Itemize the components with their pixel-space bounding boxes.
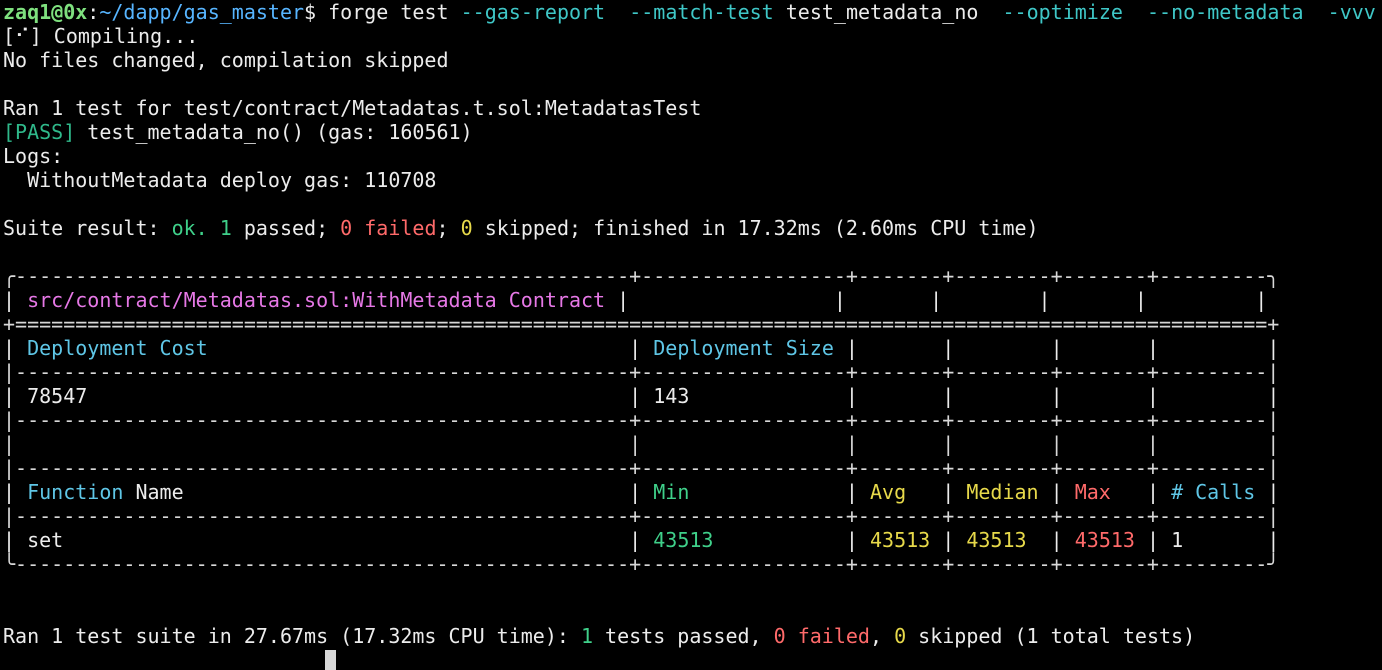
summary-sep: ,: [869, 624, 895, 648]
deploy-cost-value: 78547: [27, 384, 88, 408]
flag-optimize: --optimize: [1002, 0, 1123, 24]
deploy-value-row: | 78547 | 143 | | | | |: [3, 384, 1280, 408]
row-avg: 43513: [870, 528, 931, 552]
summary-prefix: Ran 1 test suite in 27.67ms (17.32ms CPU…: [3, 624, 581, 648]
compiling-line: [⠊] Compiling...: [3, 24, 199, 48]
prompt-path: ~/dapp/gas_master: [99, 0, 305, 24]
header-function: Function: [27, 480, 124, 504]
table-title-row: | src/contract/Metadatas.sol:WithMetadat…: [3, 288, 1268, 312]
terminal-window[interactable]: zaq1@0x:~/dapp/gas_master$ forge test --…: [0, 0, 1382, 670]
suite-result-line: Suite result: ok. 1 passed; 0 failed; 0 …: [3, 216, 1039, 240]
no-files-line: No files changed, compilation skipped: [3, 48, 449, 72]
table-empty-row: | | | | | | |: [3, 432, 1280, 456]
flag-match-test-value: test_metadata_no: [785, 0, 979, 24]
flag-match-test: --match-test: [629, 0, 774, 24]
suite-ok: ok.: [171, 216, 208, 240]
pass-line: [PASS] test_metadata_no() (gas: 160561): [3, 120, 473, 144]
ran-test-line: Ran 1 test for test/contract/Metadatas.t…: [3, 96, 702, 120]
table-border-double: +=======================================…: [3, 312, 1280, 336]
summary-skipped-count: 0: [894, 624, 907, 648]
row-median: 43513: [966, 528, 1027, 552]
log-entry: WithoutMetadata deploy gas: 110708: [3, 168, 437, 192]
header-avg: Avg: [870, 480, 907, 504]
flag-verbosity: -vvv: [1327, 0, 1376, 24]
summary-passed-text: tests passed,: [593, 624, 774, 648]
suite-skipped-text: skipped; finished in 17.32ms (2.60ms CPU…: [472, 216, 1039, 240]
flag-gas-report: --gas-report: [460, 0, 606, 24]
table-border-5: |---------------------------------------…: [3, 504, 1280, 528]
table-border-top: ╭---------------------------------------…: [3, 264, 1280, 288]
command-name: forge test: [328, 0, 449, 24]
pass-detail: test_metadata_no() (gas: 160561): [75, 120, 473, 144]
deploy-size-label: Deployment Size: [653, 336, 834, 360]
deploy-cost-label: Deployment Cost: [27, 336, 208, 360]
prompt-user: zaq1@0x: [3, 0, 88, 24]
row-max: 43513: [1074, 528, 1135, 552]
table-border-3: |---------------------------------------…: [3, 408, 1280, 432]
table-border-4: |---------------------------------------…: [3, 456, 1280, 480]
suite-failed-count: 0: [340, 216, 353, 240]
summary-passed-count: 1: [580, 624, 594, 648]
prompt-symbol: $: [304, 0, 317, 24]
summary-line: Ran 1 test suite in 27.67ms (17.32ms CPU…: [3, 624, 1195, 648]
cursor[interactable]: [325, 646, 336, 670]
row-calls: 1: [1171, 528, 1184, 552]
summary-skipped-text: skipped (1 total tests): [906, 624, 1196, 648]
logs-label: Logs:: [3, 144, 64, 168]
suite-passed-count: 1: [219, 216, 232, 240]
pass-tag: [PASS]: [3, 120, 76, 144]
table-border-2: |---------------------------------------…: [3, 360, 1280, 384]
header-max: Max: [1074, 480, 1111, 504]
suite-passed-text: passed;: [231, 216, 341, 240]
header-calls: # Calls: [1171, 480, 1256, 504]
summary-failed-count: 0: [773, 624, 786, 648]
function-header-row: | Function Name | Min | Avg | Median | M…: [3, 480, 1280, 504]
flag-no-metadata: --no-metadata: [1147, 0, 1304, 24]
row-min: 43513: [653, 528, 714, 552]
row-fn: set: [27, 528, 64, 552]
header-min: Min: [653, 480, 690, 504]
contract-title: src/contract/Metadatas.sol:WithMetadata …: [27, 288, 606, 312]
deploy-header-row: | Deployment Cost | Deployment Size | | …: [3, 336, 1280, 360]
table-border-bottom: ╰---------------------------------------…: [3, 552, 1280, 576]
prompt-line: zaq1@0x:~/dapp/gas_master$ forge test --…: [3, 0, 1376, 24]
header-name: Name: [123, 480, 184, 504]
summary-failed-text: failed: [785, 624, 870, 648]
header-median: Median: [966, 480, 1039, 504]
deploy-size-value: 143: [653, 384, 690, 408]
table-row: | set | 43513 | 43513 | 43513 | 43513 | …: [3, 528, 1280, 552]
suite-skipped-count: 0: [460, 216, 473, 240]
suite-failed-text: failed: [352, 216, 437, 240]
suite-sep: ;: [436, 216, 461, 240]
suite-prefix: Suite result:: [3, 216, 172, 240]
